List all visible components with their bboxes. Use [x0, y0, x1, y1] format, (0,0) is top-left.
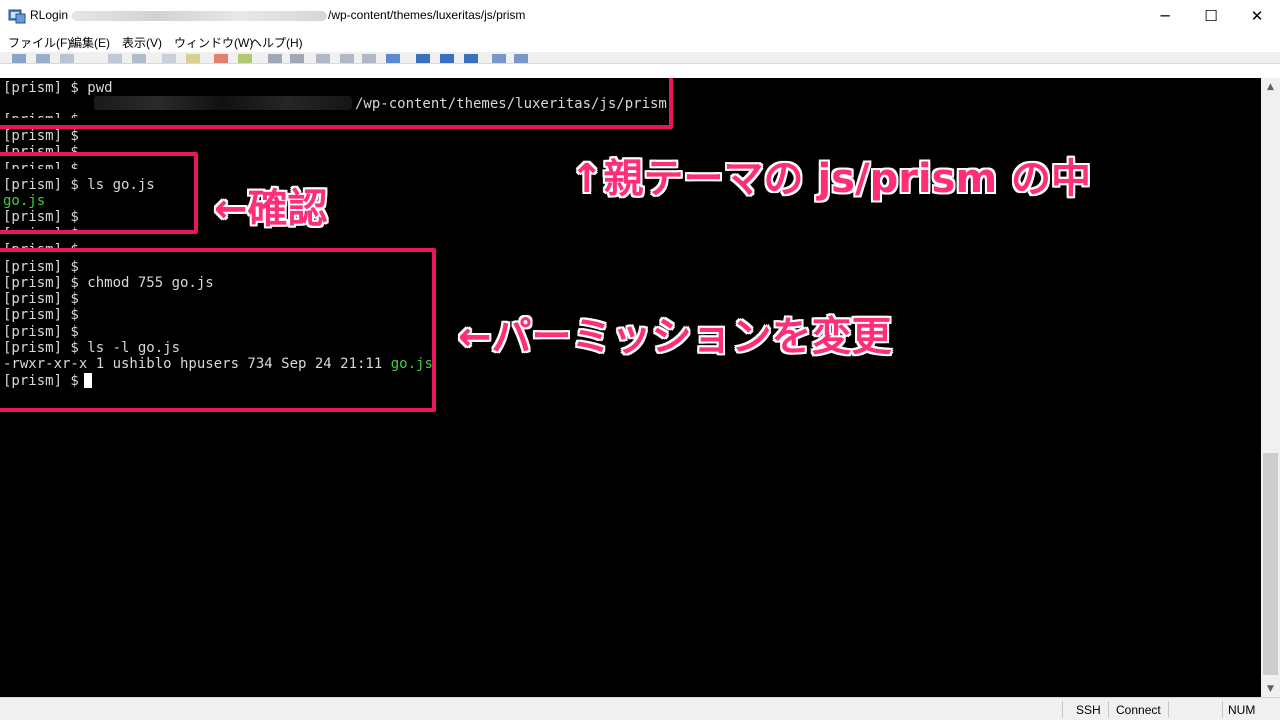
- maximize-button[interactable]: ☐: [1188, 0, 1234, 32]
- status-divider: [1168, 701, 1169, 718]
- status-divider: [1108, 701, 1109, 718]
- annotation-box-pwd: [0, 78, 673, 129]
- annotation-confirm: ←確認: [214, 186, 328, 232]
- status-bar: SSH Connect NUM: [0, 697, 1280, 720]
- menu-window[interactable]: ウィンドウ(W): [174, 34, 253, 51]
- window-title-path: /wp-content/themes/luxeritas/js/prism: [328, 8, 526, 22]
- print-icon[interactable]: [132, 54, 146, 63]
- minimize-button[interactable]: ─: [1142, 0, 1188, 32]
- close-button[interactable]: ✕: [1234, 0, 1280, 32]
- download-icon[interactable]: [290, 54, 304, 63]
- menu-bar: ファイル(F) 編集(E) 表示(V) ウィンドウ(W) ヘルプ(H): [0, 32, 1280, 52]
- close-icon: ✕: [1250, 7, 1264, 25]
- terminal-line: [prism] $: [3, 128, 79, 144]
- annotation-box-ls: [0, 152, 198, 234]
- terminal-screen[interactable]: [prism] $ pwd /wp-content/themes/luxerit…: [0, 78, 1261, 697]
- window-title-app: RLogin -: [30, 8, 76, 22]
- info-icon[interactable]: [492, 54, 506, 63]
- window-layout-icon[interactable]: [386, 54, 400, 63]
- redacted-host-blur: [72, 11, 327, 21]
- menu-help[interactable]: ヘルプ(H): [250, 34, 303, 51]
- menu-file[interactable]: ファイル(F): [8, 34, 71, 51]
- status-num: NUM: [1228, 703, 1256, 717]
- split-vertical-icon[interactable]: [440, 54, 454, 63]
- setting-icon[interactable]: [362, 54, 376, 63]
- maximize-icon: ☐: [1204, 7, 1218, 25]
- new-connection-icon[interactable]: [12, 54, 26, 63]
- scrollbar-thumb[interactable]: [1263, 453, 1278, 675]
- annotation-box-chmod: [0, 248, 436, 412]
- vertical-scrollbar[interactable]: ▲ ▼: [1261, 78, 1280, 697]
- status-ssh: SSH: [1076, 703, 1101, 717]
- split-horizontal-icon[interactable]: [416, 54, 430, 63]
- rlogin-app-icon: [8, 9, 26, 24]
- copy-icon[interactable]: [162, 54, 176, 63]
- connect-icon[interactable]: [36, 54, 50, 63]
- menu-view[interactable]: 表示(V): [122, 34, 162, 51]
- upload-icon[interactable]: [268, 54, 282, 63]
- save-icon[interactable]: [108, 54, 122, 63]
- scroll-up-arrow-icon[interactable]: ▲: [1261, 78, 1280, 95]
- cut-icon[interactable]: [214, 54, 228, 63]
- annotation-parent-theme: ↑親テーマの js/prism の中: [570, 156, 1092, 202]
- search-icon[interactable]: [238, 54, 252, 63]
- option-icon[interactable]: [340, 54, 354, 63]
- menu-edit[interactable]: 編集(E): [70, 34, 110, 51]
- paste-icon[interactable]: [186, 54, 200, 63]
- status-divider: [1062, 701, 1063, 718]
- status-divider: [1222, 701, 1223, 718]
- title-bar[interactable]: RLogin - /wp-content/themes/luxeritas/js…: [0, 0, 1280, 32]
- minimize-icon: ─: [1160, 7, 1170, 25]
- toolbar: [0, 52, 1280, 63]
- help-icon[interactable]: [514, 54, 528, 63]
- disconnect-icon[interactable]: [60, 54, 74, 63]
- scroll-down-arrow-icon[interactable]: ▼: [1261, 680, 1280, 697]
- rlogin-window: RLogin - /wp-content/themes/luxeritas/js…: [0, 0, 1280, 720]
- font-icon[interactable]: [316, 54, 330, 63]
- split-quad-icon[interactable]: [464, 54, 478, 63]
- status-connect: Connect: [1116, 703, 1161, 717]
- annotation-permission: ←パーミッションを変更: [458, 314, 892, 360]
- toolbar-separator: [0, 63, 1280, 78]
- terminal-line: [prism] $: [3, 144, 79, 152]
